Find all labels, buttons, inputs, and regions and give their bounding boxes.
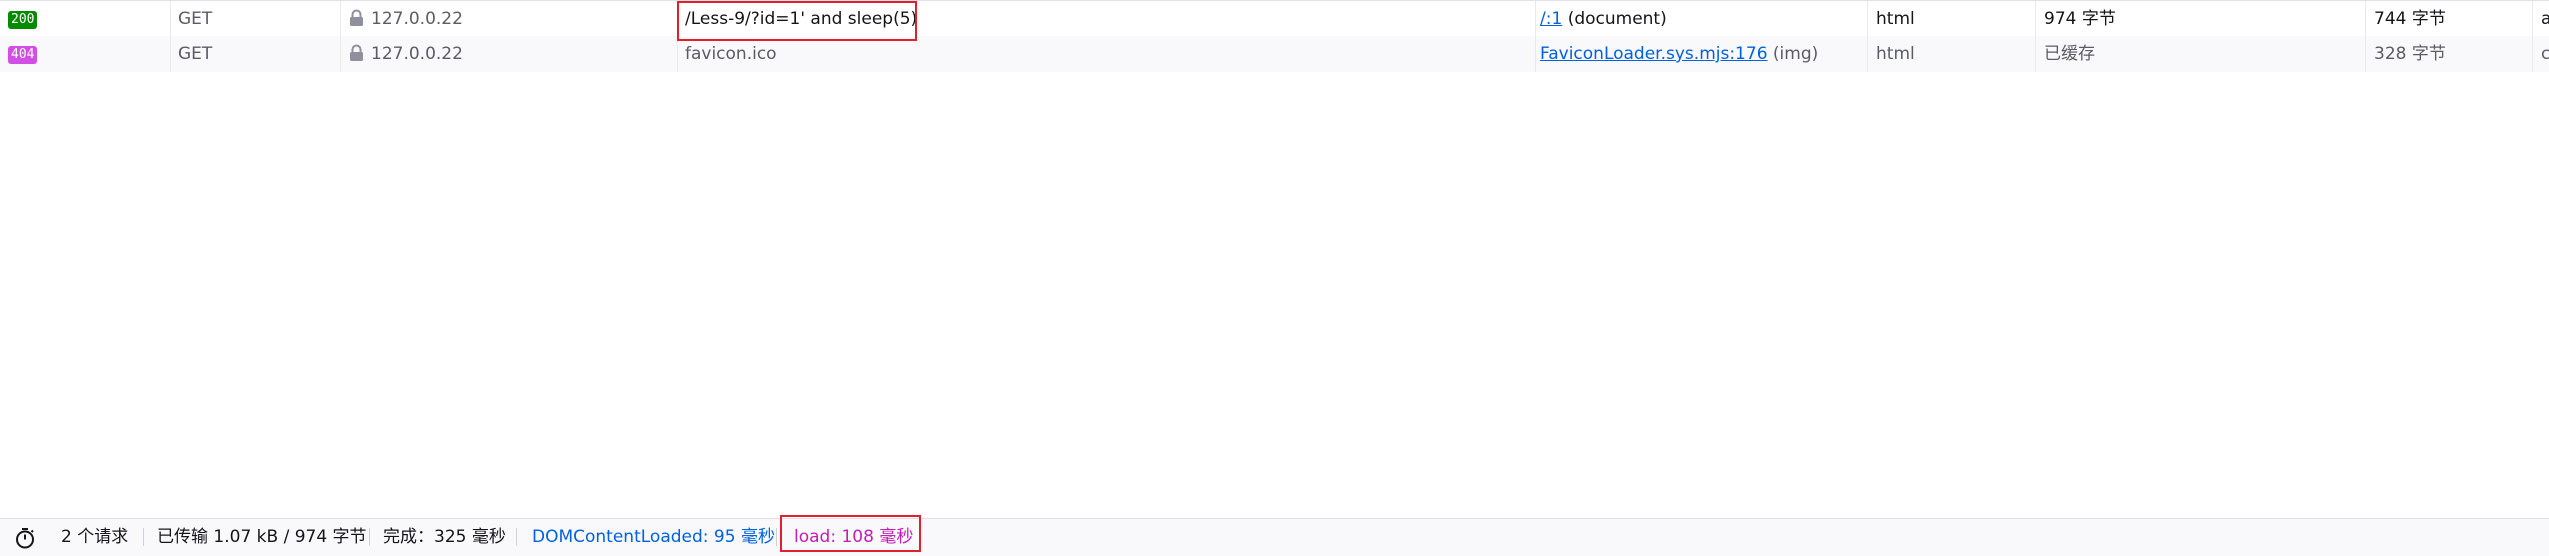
request-list: 200 GET 127.0.0.22 /Less-9/?id=1' and sl… (0, 0, 2549, 72)
initiator-type: (document) (1567, 9, 1667, 29)
method-cell: GET (170, 1, 340, 37)
extra-cell: c (2532, 36, 2549, 72)
transferred-cell: 974 字节 (2035, 1, 2365, 37)
initiator-type: (img) (1772, 44, 1819, 64)
status-cell: 200 (0, 1, 170, 37)
extra-cell: a (2532, 1, 2549, 37)
domain-cell: 127.0.0.22 (340, 36, 677, 72)
divider (369, 528, 370, 546)
initiator-cell: FaviconLoader.sys.mjs:176 (img) (1535, 36, 1867, 72)
divider (143, 528, 144, 546)
table-row[interactable]: 200 GET 127.0.0.22 /Less-9/?id=1' and sl… (0, 0, 2549, 37)
request-count: 2 个请求 (61, 527, 129, 547)
initiator-link[interactable]: /:1 (1540, 9, 1562, 29)
finish-time: 完成：325 毫秒 (383, 527, 506, 547)
size-cell: 328 字节 (2365, 36, 2532, 72)
lock-icon (350, 44, 363, 61)
domain-cell: 127.0.0.22 (340, 1, 677, 37)
file-cell: favicon.ico (677, 36, 1535, 72)
file-cell: /Less-9/?id=1' and sleep(5) (677, 1, 1535, 37)
domain-text: 127.0.0.22 (371, 44, 463, 64)
status-badge: 200 (8, 11, 38, 29)
divider (776, 528, 777, 546)
domain-text: 127.0.0.22 (371, 9, 463, 29)
dom-content-loaded-time: DOMContentLoaded: 95 毫秒 (532, 527, 775, 547)
size-cell: 744 字节 (2365, 1, 2532, 37)
status-badge: 404 (8, 46, 38, 64)
transferred-cell: 已缓存 (2035, 36, 2365, 72)
method-cell: GET (170, 36, 340, 72)
status-cell: 404 (0, 36, 170, 72)
lock-icon (350, 9, 363, 26)
summary-bar: 2 个请求 已传输 1.07 kB / 974 字节 完成：325 毫秒 DOM… (0, 518, 2549, 556)
load-time: load: 108 毫秒 (794, 527, 914, 547)
initiator-cell: /:1 (document) (1535, 1, 1867, 37)
type-cell: html (1867, 1, 2035, 37)
stopwatch-icon[interactable] (14, 527, 36, 549)
initiator-link[interactable]: FaviconLoader.sys.mjs:176 (1540, 44, 1768, 64)
transferred-summary: 已传输 1.07 kB / 974 字节 (157, 527, 367, 547)
divider (516, 528, 517, 546)
type-cell: html (1867, 36, 2035, 72)
table-row[interactable]: 404 GET 127.0.0.22 favicon.ico FaviconLo… (0, 36, 2549, 72)
network-monitor: 200 GET 127.0.0.22 /Less-9/?id=1' and sl… (0, 0, 2549, 556)
